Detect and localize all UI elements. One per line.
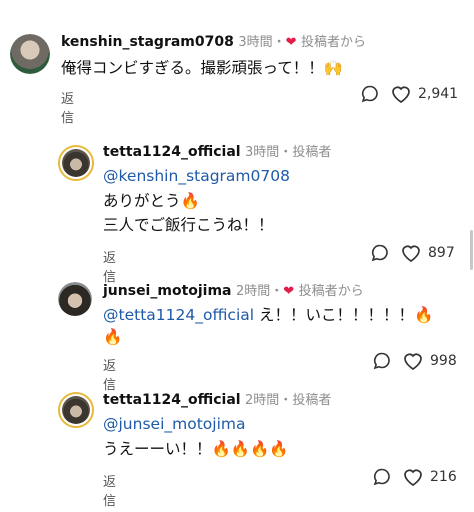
- reply-button[interactable]: 返信: [103, 471, 116, 509]
- reply-button[interactable]: 返信: [61, 88, 74, 126]
- comment-text-line: うえーーい！！🔥🔥🔥🔥: [103, 440, 289, 458]
- comment-text: 俺得コンビすぎる。撮影頑張って！！🙌: [61, 59, 344, 77]
- speech-bubble-icon[interactable]: [372, 467, 392, 487]
- avatar-tetta[interactable]: [58, 145, 94, 181]
- author-tag: 投稿者から: [298, 284, 364, 299]
- heart-outline-icon[interactable]: [402, 467, 424, 487]
- speech-bubble-icon[interactable]: [360, 84, 380, 104]
- scrollbar[interactable]: [470, 230, 473, 270]
- comment-header: tetta1124_official 3時間・投稿者: [103, 143, 331, 162]
- separator: ・: [272, 35, 286, 50]
- comment-text-line: 三人でご飯行こうね！！: [103, 216, 274, 234]
- mention-link[interactable]: @tetta1124_official: [103, 306, 254, 324]
- timestamp: 2時間: [235, 284, 271, 299]
- separator: ・: [279, 393, 293, 408]
- avatar-kenshin[interactable]: [10, 34, 50, 74]
- speech-bubble-icon[interactable]: [372, 351, 392, 371]
- avatar-tetta[interactable]: [58, 392, 94, 428]
- like-count: 216: [430, 469, 457, 485]
- heart-outline-icon[interactable]: [390, 84, 412, 104]
- heart-outline-icon[interactable]: [400, 243, 422, 263]
- comment-actions: 216: [372, 467, 457, 487]
- heart-filled-icon: ❤: [283, 284, 295, 299]
- mention-link[interactable]: @kenshin_stagram0708: [103, 165, 290, 187]
- avatar-image: [62, 149, 90, 177]
- reply-button[interactable]: 返信: [103, 355, 116, 393]
- author-tag: 投稿者: [292, 145, 332, 160]
- timestamp: 2時間: [245, 393, 280, 408]
- reply-button[interactable]: 返信: [103, 247, 116, 285]
- author-tag: 投稿者から: [300, 35, 366, 50]
- comment-text: え！！いこ！！！！！🔥: [254, 306, 434, 324]
- avatar-image: [62, 396, 90, 424]
- comment-header: tetta1124_official 2時間・投稿者: [103, 391, 331, 410]
- comment-actions: 998: [372, 351, 457, 371]
- comment-text-line: @tetta1124_official え！！いこ！！！！！🔥: [103, 304, 433, 326]
- speech-bubble-icon[interactable]: [370, 243, 390, 263]
- separator: ・: [279, 145, 293, 160]
- username[interactable]: tetta1124_official: [103, 144, 241, 160]
- avatar-junsei[interactable]: [58, 282, 92, 316]
- comment-header: junsei_motojima 2時間・❤ 投稿者から: [103, 282, 364, 301]
- username[interactable]: kenshin_stagram0708: [61, 34, 234, 50]
- timestamp: 3時間: [245, 145, 280, 160]
- comment-actions: 2,941: [360, 84, 458, 104]
- comment-header: kenshin_stagram0708 3時間・❤ 投稿者から: [61, 33, 366, 52]
- mention-link[interactable]: @junsei_motojima: [103, 413, 245, 435]
- avatar-image: [10, 34, 50, 74]
- comment-text-line: ありがとう🔥: [103, 192, 200, 210]
- like-count: 2,941: [418, 86, 459, 102]
- heart-filled-icon: ❤: [285, 35, 297, 50]
- separator: ・: [270, 284, 284, 299]
- heart-outline-icon[interactable]: [402, 351, 424, 371]
- timestamp: 3時間: [238, 35, 273, 50]
- comment-text-line: 🔥: [103, 328, 123, 346]
- like-count: 897: [428, 245, 455, 261]
- like-count: 998: [430, 353, 457, 369]
- avatar-image: [58, 282, 92, 316]
- username[interactable]: junsei_motojima: [103, 283, 232, 299]
- author-tag: 投稿者: [292, 393, 332, 408]
- username[interactable]: tetta1124_official: [103, 392, 241, 408]
- comment-actions: 897: [370, 243, 455, 263]
